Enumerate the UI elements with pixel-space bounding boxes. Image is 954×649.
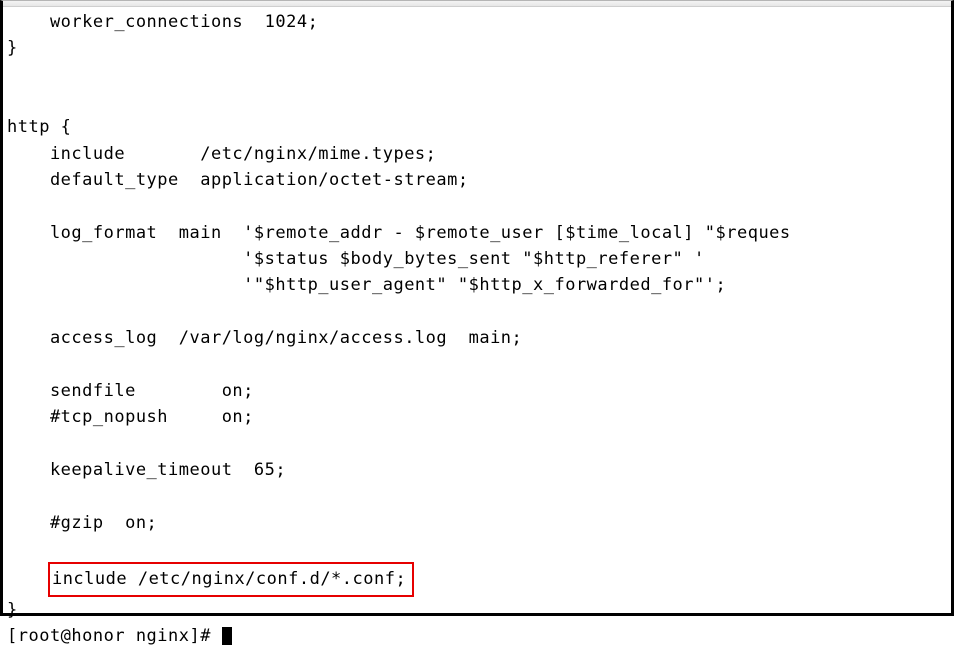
config-line: include /etc/nginx/mime.types;: [7, 144, 436, 164]
config-line: }: [7, 600, 18, 620]
shell-prompt: [root@honor nginx]#: [7, 626, 222, 646]
config-line: include /etc/nginx/conf.d/*.conf;: [7, 569, 414, 589]
config-line: log_format main '$remote_addr - $remote_…: [7, 223, 791, 243]
config-line: '$status $body_bytes_sent "$http_referer…: [7, 249, 705, 269]
config-line: keepalive_timeout 65;: [7, 460, 286, 480]
indent: [7, 569, 50, 589]
config-line: http {: [7, 117, 71, 137]
config-line: '"$http_user_agent" "$http_x_forwarded_f…: [7, 275, 726, 295]
config-line: access_log /var/log/nginx/access.log mai…: [7, 328, 522, 348]
config-line: worker_connections 1024;: [7, 12, 318, 32]
config-line: #gzip on;: [7, 513, 157, 533]
terminal-output[interactable]: worker_connections 1024; } http { includ…: [3, 7, 951, 649]
cursor-block-icon: [222, 627, 232, 645]
config-line: }: [7, 38, 18, 58]
config-line: sendfile on;: [7, 381, 254, 401]
include-conf-highlight: include /etc/nginx/conf.d/*.conf;: [48, 562, 414, 596]
config-line: #tcp_nopush on;: [7, 407, 254, 427]
config-line: default_type application/octet-stream;: [7, 170, 469, 190]
shell-prompt-line[interactable]: [root@honor nginx]#: [7, 626, 232, 646]
